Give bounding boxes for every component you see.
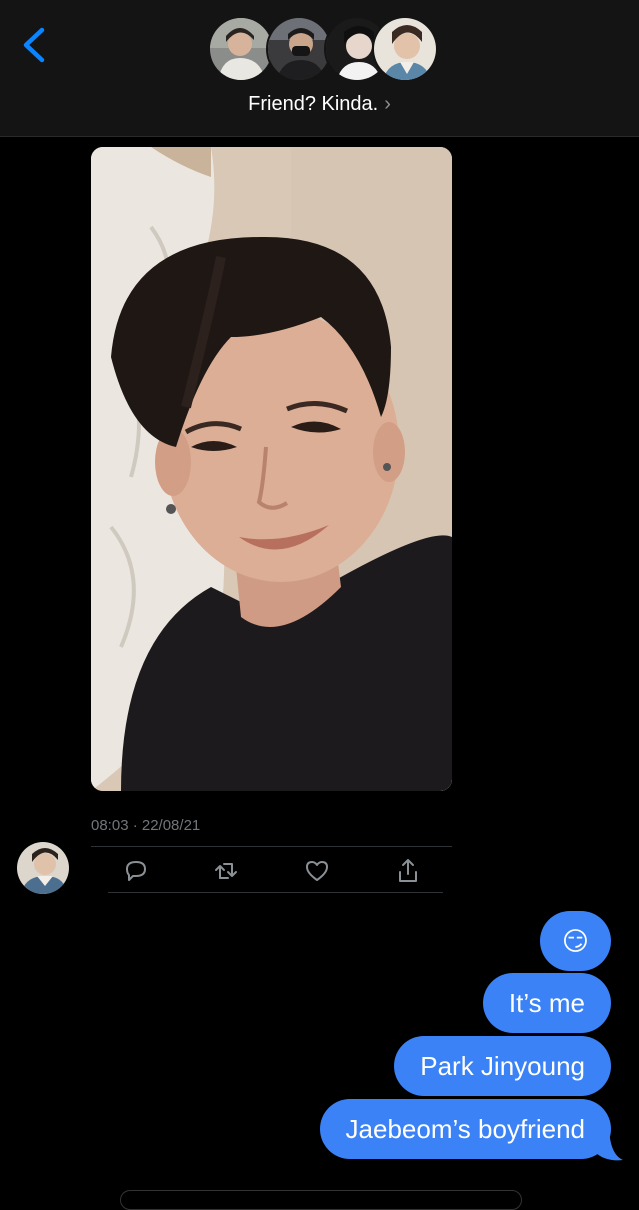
chevron-left-icon: [23, 27, 45, 63]
bubble-tail: [595, 1124, 623, 1161]
chat-header: Friend? Kinda. ›: [0, 0, 639, 137]
message-bubble[interactable]: It’s me: [482, 973, 611, 1033]
divider: [91, 846, 452, 847]
message-bubble[interactable]: Park Jinyoung: [394, 1036, 611, 1096]
conversation-title-text: Friend? Kinda.: [248, 93, 379, 115]
tweet-timestamp: 08:03 · 22/08/21: [91, 817, 201, 834]
group-avatar-1: [208, 16, 274, 82]
message-bubble[interactable]: Jaebeom’s boyfriend: [319, 1099, 611, 1159]
message-bubble[interactable]: 😏: [539, 911, 611, 971]
retweet-button[interactable]: [211, 856, 241, 886]
retweet-icon: [215, 863, 237, 879]
selfie-photo: [91, 147, 452, 791]
divider: [108, 892, 443, 893]
input-bar-edge: [120, 1190, 522, 1210]
share-button[interactable]: [393, 856, 423, 886]
group-avatar-2: [266, 16, 332, 82]
like-button[interactable]: [302, 856, 332, 886]
reply-icon: [126, 861, 146, 881]
sender-avatar[interactable]: [17, 842, 69, 894]
tweet-actions: [91, 852, 452, 890]
tweet-photo[interactable]: [91, 147, 452, 791]
like-icon: [306, 861, 328, 881]
group-avatar-4: [372, 16, 438, 82]
reply-button[interactable]: [121, 856, 151, 886]
share-icon: [399, 859, 417, 882]
chevron-right-icon: ›: [384, 93, 391, 115]
conversation-title[interactable]: Friend? Kinda. ›: [0, 93, 639, 116]
back-button[interactable]: [16, 26, 56, 66]
group-avatars[interactable]: [208, 16, 438, 86]
